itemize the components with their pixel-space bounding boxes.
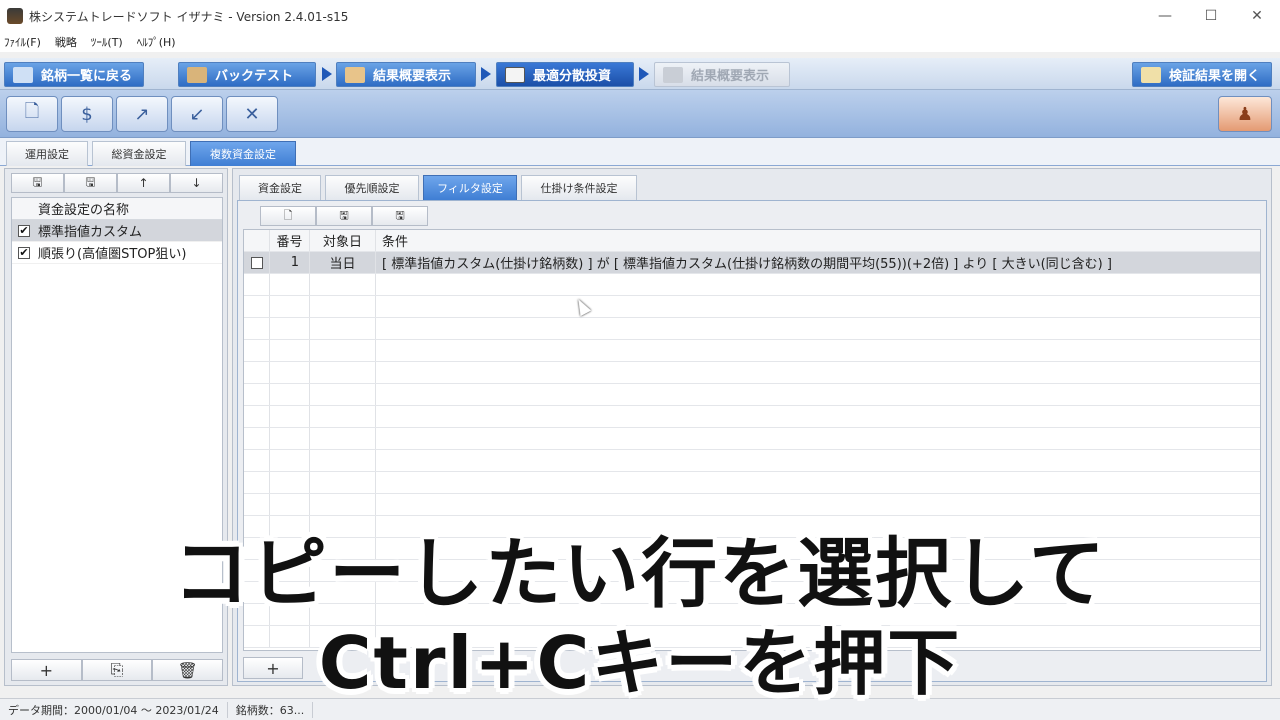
tab-priority-settings[interactable]: 優先順設定 — [325, 175, 419, 200]
new-file-icon: 🗋 — [24, 101, 40, 122]
filter-toolbar: 🗋 🖫 🖫 — [260, 206, 428, 226]
menu-help[interactable]: ﾍﾙﾌﾟ(H) — [137, 34, 176, 50]
money-button[interactable]: $ — [61, 96, 113, 132]
result-summary-disabled-button[interactable]: 結果概要表示 — [654, 62, 790, 87]
backtest-icon — [187, 66, 207, 83]
tab-entry-condition-settings[interactable]: 仕掛け条件設定 — [521, 175, 637, 200]
tab-filter-settings[interactable]: フィルタ設定 — [423, 175, 517, 200]
row-number: 1 — [270, 252, 310, 273]
open-results-icon — [1141, 66, 1161, 83]
menu-file[interactable]: ﾌｧｲﾙ(F) — [4, 34, 41, 50]
tools-icon: ✕ — [244, 103, 260, 125]
menu-strategy[interactable]: 戦略 — [55, 34, 77, 50]
tab-total-fund-settings[interactable]: 総資金設定 — [92, 141, 186, 166]
caption-line-1: コピーしたい行を選択して — [173, 529, 1107, 618]
navigation-strip: 銘柄一覧に戻る バックテスト 結果概要表示 最適分散投資 結果概要表示 検証結果… — [0, 58, 1280, 90]
window-controls: — ☐ ✕ — [1142, 0, 1280, 32]
list-item[interactable]: ✔ 順張り(高値圏STOP狙い) — [12, 242, 222, 264]
stamp-icon: ♟ — [1236, 103, 1254, 125]
column-number: 番号 — [270, 230, 310, 251]
maximize-button[interactable]: ☐ — [1188, 0, 1234, 32]
checkbox[interactable] — [250, 256, 263, 269]
caption-line-2: Ctrl+Cキーを押下 — [318, 621, 962, 705]
summary-icon — [345, 66, 365, 83]
step-arrow-icon — [639, 67, 649, 81]
row-condition: [ 標準指値カスタム(仕掛け銘柄数) ] が [ 標準指値カスタム(仕掛け銘柄数… — [382, 257, 1112, 272]
summary-icon — [663, 66, 683, 83]
result-summary-button[interactable]: 結果概要表示 — [336, 62, 476, 87]
tab-operation-settings[interactable]: 運用設定 — [6, 141, 88, 166]
save-icon[interactable]: 🖫 — [316, 206, 372, 226]
move-down-icon[interactable]: ↓ — [170, 173, 223, 193]
optimal-allocation-button[interactable]: 最適分散投資 — [496, 62, 634, 87]
main-toolbar: 🗋 $ ↗ ↙ ✕ ♟ — [0, 90, 1280, 138]
settings-tabs: 運用設定 総資金設定 複数資金設定 — [0, 138, 1280, 166]
step-arrow-icon — [481, 67, 491, 81]
tab-fund-settings[interactable]: 資金設定 — [239, 175, 321, 200]
checkbox[interactable]: ✔ — [18, 246, 30, 259]
move-up-icon[interactable]: ↑ — [117, 173, 170, 193]
column-target-day: 対象日 — [310, 230, 376, 251]
window-title: 株システムトレードソフト イザナミ - Version 2.4.01-s15 — [29, 9, 349, 24]
save-icon[interactable]: 🖫 — [11, 173, 64, 193]
title-bar: 株システムトレードソフト イザナミ - Version 2.4.01-s15 —… — [0, 0, 1280, 32]
fund-list-toolbar: 🖫 🖫 ↑ ↓ — [11, 173, 223, 195]
close-button[interactable]: ✕ — [1234, 0, 1280, 32]
tab-multi-fund-settings[interactable]: 複数資金設定 — [190, 141, 296, 166]
back-to-list-button[interactable]: 銘柄一覧に戻る — [4, 62, 144, 87]
save-as-icon[interactable]: 🖫 — [64, 173, 117, 193]
minimize-button[interactable]: — — [1142, 0, 1188, 32]
money-icon: $ — [81, 103, 93, 125]
grid-icon — [505, 66, 525, 83]
new-icon[interactable]: 🗋 — [260, 206, 316, 226]
list-item[interactable]: ✔ 標準指値カスタム — [12, 220, 222, 242]
list-item-label: 標準指値カスタム — [38, 225, 143, 240]
menu-tools[interactable]: ﾂｰﾙ(T) — [91, 34, 123, 50]
tools-button[interactable]: ✕ — [226, 96, 278, 132]
open-results-button[interactable]: 検証結果を開く — [1132, 62, 1272, 87]
checkbox[interactable]: ✔ — [18, 224, 30, 237]
step-arrow-icon — [322, 67, 332, 81]
save-as-icon[interactable]: 🖫 — [372, 206, 428, 226]
app-icon — [7, 8, 23, 24]
eye-icon — [13, 66, 33, 83]
grid-header: 番号 対象日 条件 — [244, 230, 1260, 252]
table-row[interactable]: 1 当日 [ 標準指値カスタム(仕掛け銘柄数) ] が [ 標準指値カスタム(仕… — [244, 252, 1260, 274]
import-icon: ↙ — [189, 103, 205, 125]
export-icon: ↗ — [134, 103, 150, 125]
column-condition: 条件 — [382, 235, 409, 250]
row-target-day: 当日 — [310, 252, 376, 273]
import-button[interactable]: ↙ — [171, 96, 223, 132]
fund-name-column: 資金設定の名称 — [38, 203, 130, 218]
export-button[interactable]: ↗ — [116, 96, 168, 132]
fund-list-header: 資金設定の名称 — [12, 198, 222, 220]
backtest-button[interactable]: バックテスト — [178, 62, 316, 87]
new-file-button[interactable]: 🗋 — [6, 96, 58, 132]
stamp-button[interactable]: ♟ — [1218, 96, 1272, 132]
menu-bar: ﾌｧｲﾙ(F) 戦略 ﾂｰﾙ(T) ﾍﾙﾌﾟ(H) — [0, 32, 1280, 52]
tutorial-caption: コピーしたい行を選択して Ctrl+Cキーを押下 — [0, 528, 1280, 706]
list-item-label: 順張り(高値圏STOP狙い) — [38, 247, 187, 262]
